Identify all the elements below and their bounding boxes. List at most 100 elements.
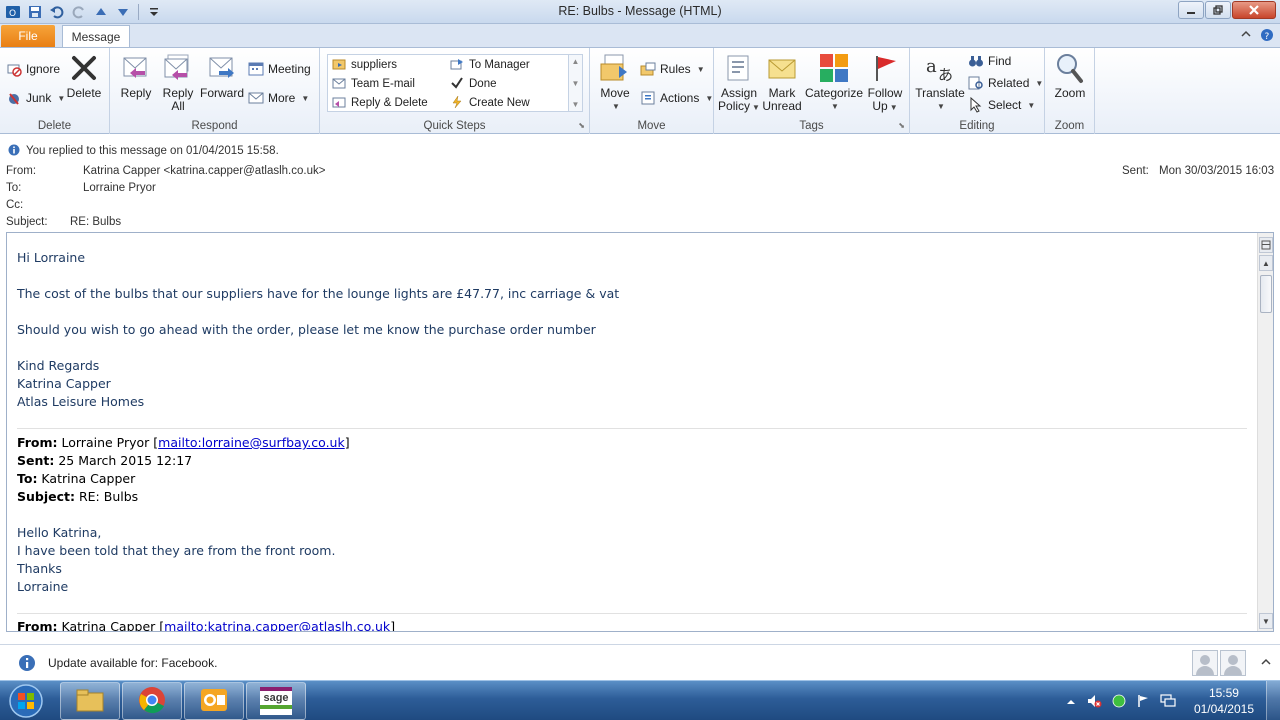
split-view-icon[interactable] [1259,237,1273,253]
quickstep-suppliers[interactable]: suppliers [332,56,397,74]
rules-button[interactable]: Rules ▼ [640,60,705,78]
dialog-launcher-icon[interactable]: ⬊ [578,121,585,130]
categorize-label: Categorize [804,86,864,100]
rules-icon [640,61,656,77]
taskbar-explorer[interactable] [60,682,120,720]
title-bar: O RE: Bulbs - Message (HTML) [0,0,1280,24]
quoted-subject-value: RE: Bulbs [75,489,139,504]
scroll-down-button[interactable]: ▼ [1259,613,1273,629]
body-greeting: Hi Lorraine [17,250,86,265]
tab-file[interactable]: File [1,25,55,47]
scroll-thumb[interactable] [1260,275,1272,313]
move-folder-icon [599,52,631,84]
system-clock[interactable]: 15:59 01/04/2015 [1194,685,1254,717]
start-button[interactable] [6,683,46,720]
junk-button[interactable]: Junk ▼ [6,89,65,107]
ignore-button[interactable]: Ignore [6,60,60,78]
taskbar-chrome[interactable] [122,682,182,720]
update-available-text[interactable]: Update available for: Facebook. [48,656,217,670]
chevron-down-icon: ▼ [301,93,310,103]
signature-line: Katrina Capper [17,376,111,391]
minimize-ribbon-icon[interactable] [1240,28,1252,45]
quickstep-team-email[interactable]: Team E-mail [332,75,415,93]
message-body[interactable]: Hi Lorraine The cost of the bulbs that o… [6,232,1274,632]
more-respond-button[interactable]: More ▼ [248,89,309,107]
quickstep-label: Done [469,78,497,90]
contact-photo-icon[interactable] [1220,650,1246,676]
dialog-launcher-icon[interactable]: ⬊ [898,121,905,130]
from-label: From: [6,165,37,177]
bracket-close: ] [390,619,396,632]
network-icon[interactable] [1160,694,1176,711]
expand-gallery-icon[interactable]: ▼ [572,100,580,109]
vertical-scrollbar[interactable]: ▲ ▼ [1257,233,1273,631]
move-button[interactable]: Move ▼ [596,52,634,113]
categorize-button[interactable]: Categorize ▼ [804,52,864,113]
quote-divider [17,428,1247,429]
quickstep-create-new[interactable]: Create New [450,94,530,112]
zoom-button[interactable]: Zoom [1051,52,1089,100]
quickstep-label: Create New [469,97,530,109]
from-value[interactable]: Katrina Capper <katrina.capper@atlaslh.c… [83,165,325,177]
follow-up-button[interactable]: Follow Up ▼ [866,52,904,114]
help-icon[interactable]: ? [1260,28,1274,45]
group-respond: Reply Reply All Forward Meeting More ▼ R… [110,48,320,134]
find-button[interactable]: Find [968,52,1011,70]
quickstep-to-manager[interactable]: To Manager [450,56,530,74]
mark-unread-button[interactable]: Mark Unread [762,52,802,113]
system-tray [1066,693,1176,712]
lightning-icon [450,95,464,112]
taskbar-outlook[interactable] [184,682,244,720]
scroll-up-button[interactable]: ▲ [1259,255,1273,271]
select-button[interactable]: Select ▼ [968,96,1035,114]
meeting-label: Meeting [268,62,311,76]
show-hidden-icons[interactable] [1066,696,1076,710]
body-paragraph: Should you wish to go ahead with the ord… [17,322,596,337]
quoted-body-line: I have been told that they are from the … [17,543,336,558]
svg-text:?: ? [1265,32,1270,42]
close-button[interactable] [1232,1,1276,19]
taskbar-sage[interactable]: sage [246,682,306,720]
actions-button[interactable]: Actions ▼ [640,89,713,107]
restore-button[interactable] [1205,1,1231,19]
to-value[interactable]: Lorraine Pryor [83,182,156,194]
replied-text: You replied to this message on 01/04/201… [26,145,279,157]
contact-photo-icon[interactable] [1192,650,1218,676]
forward-button[interactable]: Forward [200,52,244,100]
minimize-button[interactable] [1178,1,1204,19]
translate-button[interactable]: aあ Translate ▼ [914,52,966,113]
quoted-subject-label: Subject: [17,489,75,504]
reply-button[interactable]: Reply [118,52,154,100]
cursor-icon [968,97,984,113]
expand-people-pane-icon[interactable] [1260,656,1272,671]
mailto-link[interactable]: mailto:katrina.capper@atlaslh.co.uk [164,619,390,631]
quoted-to-value: Katrina Capper [37,471,136,486]
meeting-button[interactable]: Meeting [248,60,311,78]
svg-text:a: a [926,56,937,77]
assign-policy-button[interactable]: Assign Policy ▼ [718,52,760,114]
related-label: Related [988,76,1030,90]
mailto-link[interactable]: mailto:lorraine@surfbay.co.uk [158,435,345,450]
quick-steps-scroll[interactable]: ▲ ▼ ▼ [568,55,582,111]
ribbon-controls: ? [1240,28,1274,45]
quoted-to-label: To: [17,471,38,486]
volume-muted-icon[interactable] [1086,693,1102,712]
assign-policy-label-2: Policy ▼ [718,100,760,114]
clock-time: 15:59 [1208,686,1239,700]
status-green-icon[interactable] [1112,694,1126,711]
reply-all-button[interactable]: Reply All [160,52,196,113]
outlook-icon [199,686,229,717]
group-delete: Ignore Junk ▼ Delete Delete [0,48,110,134]
scroll-up-icon[interactable]: ▲ [572,57,580,66]
header-subject-row: Subject: RE: Bulbs [0,216,1280,230]
quickstep-reply-delete[interactable]: Reply & Delete [332,94,428,112]
show-desktop-button[interactable] [1266,681,1280,720]
group-label-editing: Editing [959,120,995,132]
delete-button[interactable]: Delete [66,52,102,100]
scroll-down-icon[interactable]: ▼ [572,79,580,88]
action-center-flag-icon[interactable] [1136,694,1150,711]
tab-message[interactable]: Message [62,25,130,48]
cc-label: Cc: [6,199,24,211]
related-button[interactable]: Related ▼ [968,74,1043,92]
quickstep-done[interactable]: Done [450,75,497,93]
